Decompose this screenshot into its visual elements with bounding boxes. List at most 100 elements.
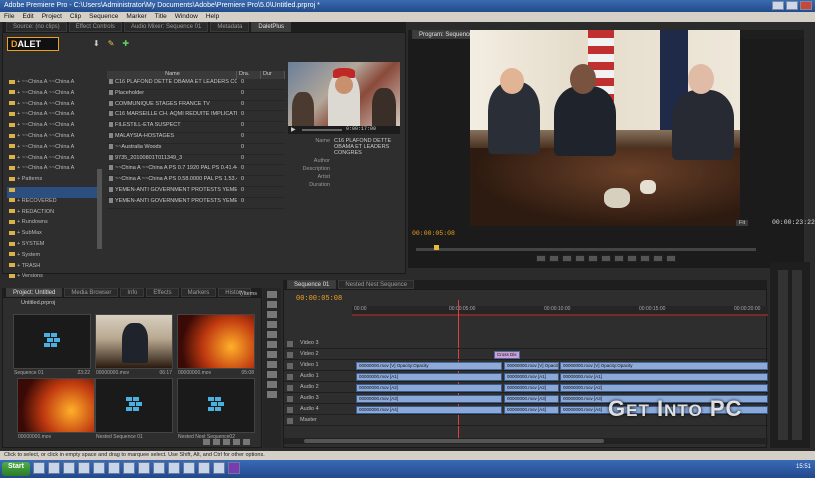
track-header[interactable]: Master [284, 417, 352, 426]
menu-marker[interactable]: Marker [126, 13, 146, 21]
track-video-2[interactable]: Video 2 [284, 351, 768, 360]
program-timecode-current[interactable]: 00:00:05:08 [412, 230, 455, 237]
export-frame-button[interactable] [666, 255, 676, 262]
tree-item[interactable]: + System [7, 252, 99, 263]
audio-clip[interactable]: 00000000.mov [A3] [356, 395, 502, 403]
table-row[interactable]: ~~China A ~~China A PS 0.7 1920 PAL PS 0… [107, 165, 285, 177]
taskbar-app-icon[interactable] [197, 462, 210, 474]
selection-tool-icon[interactable] [267, 291, 277, 298]
track-header[interactable]: Video 2 [284, 351, 352, 360]
tab-project-0[interactable]: Project: Untitled [6, 288, 63, 297]
tree-item[interactable] [7, 186, 99, 198]
taskbar-app-icon[interactable] [122, 462, 135, 474]
tree-item[interactable]: + RECOVERED [7, 198, 99, 209]
eye-icon[interactable] [287, 374, 293, 380]
close-button[interactable] [800, 1, 812, 10]
rate-stretch-tool-icon[interactable] [267, 331, 277, 338]
tab-source[interactable]: Source: (no clips) [6, 22, 67, 32]
tree-item[interactable]: + ~~China A ~~China A [7, 133, 99, 144]
tab-project-3[interactable]: Effects [146, 288, 179, 297]
taskbar-app-icon[interactable] [107, 462, 120, 474]
track-header[interactable]: Audio 2 [284, 384, 352, 393]
table-row[interactable]: COMMUNIQUE STAGES FRANCE TV 0 [107, 101, 285, 112]
track-header[interactable]: Video 3 [284, 340, 352, 349]
audio-clip[interactable]: 00000000.mov [A2] [356, 384, 502, 392]
taskbar-app-icon[interactable] [62, 462, 75, 474]
new-bin-icon[interactable] [223, 439, 230, 445]
tab-nested-sequence[interactable]: Nested Nest Sequence [338, 280, 415, 289]
table-row[interactable]: YEMEN-ANTI GOVERNMENT PROTESTS YEMEN-A 0 [107, 198, 285, 209]
eye-icon[interactable] [287, 385, 293, 391]
tab-metadata[interactable]: Metadata [210, 22, 250, 32]
go-to-out-button[interactable] [614, 255, 624, 262]
zoom-select[interactable]: Fit [736, 220, 749, 226]
add-icon[interactable]: ✚ [122, 39, 129, 48]
tree-item[interactable]: + ~~China A ~~China A [7, 90, 99, 101]
minimize-button[interactable] [772, 1, 784, 10]
tree-item[interactable]: + ~~China A ~~China A [7, 155, 99, 166]
tab-project-1[interactable]: Media Browser [64, 288, 119, 297]
tree-item[interactable]: + ~~China A ~~China A [7, 122, 99, 133]
bin-clip[interactable]: 00000000.mov 05:08 [177, 314, 255, 376]
program-scrubber[interactable] [416, 245, 756, 251]
col-dur[interactable]: Dur [261, 71, 285, 79]
bin-clip[interactable]: 00000000.mov 06:17 [95, 314, 173, 376]
cross-dissolve[interactable]: Cross Dis [494, 351, 520, 359]
table-row[interactable]: ~~Australia Woods 0 [107, 144, 285, 155]
audio-clip[interactable]: 00000000.mov [A1] [560, 373, 768, 381]
track-select-tool-icon[interactable] [267, 301, 277, 308]
audio-clip[interactable]: 00000000.mov [A4] [356, 406, 502, 414]
tree-item[interactable]: + ~~China A ~~China A [7, 165, 99, 176]
tab-sequence-01[interactable]: Sequence 01 [287, 280, 337, 289]
tree-item[interactable]: + SubMax [7, 230, 99, 241]
slip-tool-icon[interactable] [267, 351, 277, 358]
taskbar-app-icon[interactable] [182, 462, 195, 474]
video-clip[interactable]: 00000000.mov [V] Opacity [504, 362, 559, 370]
audio-clip[interactable]: 00000000.mov [A1] [504, 373, 559, 381]
audio-clip[interactable]: 00000000.mov [A1] [356, 373, 502, 381]
start-button[interactable]: Start [2, 462, 30, 476]
step-back-button[interactable] [575, 255, 585, 262]
audio-clip[interactable]: 00000000.mov [A4] [504, 406, 559, 414]
pen-tool-icon[interactable] [267, 371, 277, 378]
time-ruler[interactable]: 00:00 00:00:05:00 00:00:10:00 00:00:15:00 00… [352, 306, 768, 314]
taskbar-app-icon[interactable] [92, 462, 105, 474]
track-header[interactable]: Audio 1 [284, 373, 352, 382]
menu-clip[interactable]: Clip [70, 13, 81, 21]
bin-clip[interactable]: Sequence 01 23:22 [13, 314, 91, 376]
menu-window[interactable]: Window [175, 13, 198, 21]
table-row[interactable]: C16 MARSEILLE CH. AQMI REDUITE IMPLICATI… [107, 111, 285, 123]
tab-audio-mixer[interactable]: Audio Mixer: Sequence 01 [123, 22, 209, 32]
taskbar-app-icon[interactable] [152, 462, 165, 474]
tree-item[interactable]: + TRASH [7, 263, 99, 274]
mark-out-button[interactable] [549, 255, 559, 262]
work-area-bar[interactable] [352, 314, 768, 316]
tree-item[interactable]: + Patterns [7, 176, 99, 187]
mark-in-button[interactable] [536, 255, 546, 262]
playhead-marker[interactable] [434, 245, 439, 250]
menu-title[interactable]: Title [155, 13, 167, 21]
eye-icon[interactable] [287, 396, 293, 402]
play-icon[interactable]: ▶ [291, 126, 296, 133]
video-clip[interactable]: 00000000.mov [V] Opacity:Opacity [356, 362, 502, 370]
tree-item[interactable]: + ~~China A ~~China A [7, 144, 99, 155]
rolling-edit-tool-icon[interactable] [267, 321, 277, 328]
preview-scrubber[interactable] [302, 129, 342, 131]
audio-clip[interactable]: 00000000.mov [A3] [504, 395, 559, 403]
hand-tool-icon[interactable] [267, 381, 277, 388]
tab-daletplus[interactable]: DaletPlus [251, 22, 292, 32]
taskbar-app-icon[interactable] [167, 462, 180, 474]
track-video-3[interactable]: Video 3 [284, 340, 768, 349]
zoom-tool-icon[interactable] [267, 391, 277, 398]
razor-tool-icon[interactable] [267, 341, 277, 348]
bin-clip[interactable]: 00000000.mov [17, 378, 95, 440]
eye-icon[interactable] [287, 363, 293, 369]
menu-help[interactable]: Help [206, 13, 219, 21]
tree-item[interactable]: + ~~China A ~~China A [7, 79, 99, 90]
table-row[interactable]: MALAYSIA-HOSTAGES 0 [107, 133, 285, 144]
trash-icon[interactable] [243, 439, 250, 445]
pencil-icon[interactable]: ✎ [108, 39, 115, 48]
menu-file[interactable]: File [4, 13, 14, 21]
lift-button[interactable] [640, 255, 650, 262]
col-dra[interactable]: Dra. [237, 71, 261, 79]
